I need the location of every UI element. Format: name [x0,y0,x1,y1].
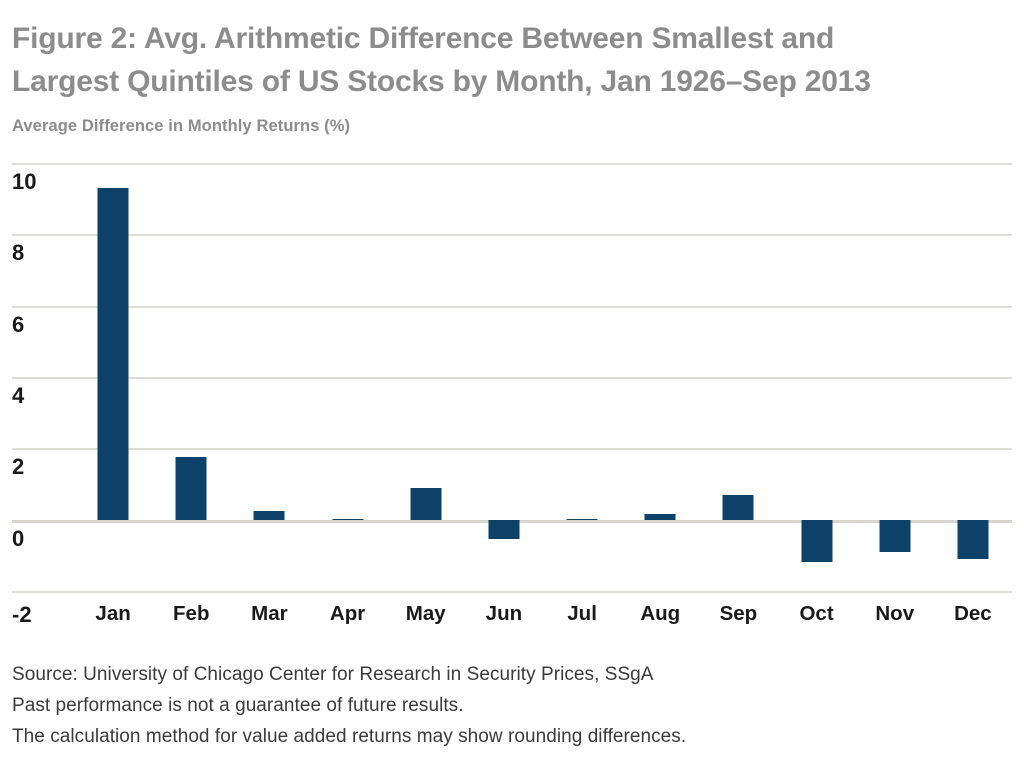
bar-jul [566,518,598,520]
y-tick-4: 4 [12,383,25,408]
bar-jan [97,187,129,520]
x-tick-mar: Mar [251,602,288,625]
x-tick-dec: Dec [954,602,992,625]
bar-slot [543,155,621,605]
figure-page: Figure 2: Avg. Arithmetic Difference Bet… [0,0,1024,778]
footnotes: Source: University of Chicago Center for… [12,660,1012,752]
bar-slot [856,155,934,605]
bar-may [410,487,442,520]
y-tick-6: 6 [12,311,25,337]
bar-oct [801,519,833,563]
x-axis-labels: Jan Feb Mar Apr May Jun Jul Aug Sep Oct Nov Dec [74,602,1012,632]
bar-slot [74,155,152,605]
plot-area [74,155,1012,605]
bar-slot [230,155,308,605]
bar-nov [879,519,911,552]
footnote-calculation: The calculation method for value added r… [12,725,687,747]
y-tick-minus-two: -2 [12,602,32,627]
bar-mar [253,510,285,520]
title-block: Figure 2: Avg. Arithmetic Difference Bet… [12,18,1002,136]
x-tick-apr: Apr [329,602,366,625]
bar-slot [387,155,465,605]
bar-slot [699,155,777,605]
footnote-source: Source: University of Chicago Center for… [12,664,654,685]
x-tick-aug: Aug [640,602,681,625]
bar-slot [152,155,230,605]
x-tick-feb: Feb [173,602,210,625]
y-tick-2: 2 [12,454,25,480]
x-tick-jun: Jun [485,602,523,625]
page-title: Figure 2: Avg. Arithmetic Difference Bet… [12,22,871,98]
y-tick-8: 8 [12,240,25,266]
y-axis-caption: Average Difference in Monthly Returns (%… [12,117,351,136]
bar-jun [488,519,520,540]
x-tick-nov: Nov [875,602,915,625]
x-tick-oct: Oct [799,602,834,625]
bar-slot [621,155,699,605]
bar-dec [957,519,989,559]
bar-chart: 10 8 6 4 2 0 [12,155,1012,605]
footnote-performance: Past performance is not a guarantee of f… [12,694,464,716]
bar-aug [644,514,676,520]
x-tick-sep: Sep [719,602,758,625]
y-tick-0: 0 [12,525,25,551]
bar-feb [175,457,207,520]
bar-slot [778,155,856,605]
bar-apr [332,518,364,520]
x-tick-may: May [405,602,446,625]
bar-slot [465,155,543,605]
x-tick-jan: Jan [95,602,131,625]
y-tick-10: 10 [12,169,37,194]
bar-sep [722,494,754,520]
x-tick-jul: Jul [567,602,597,625]
bar-slot [309,155,387,605]
bar-slot [934,155,1012,605]
